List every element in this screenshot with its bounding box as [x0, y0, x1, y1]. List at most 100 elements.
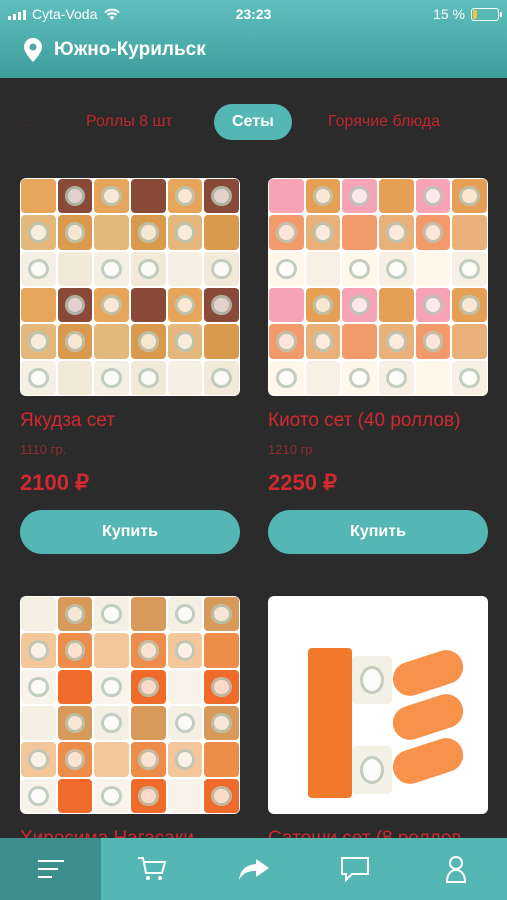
- sushi-piece: [269, 288, 304, 323]
- location-selector[interactable]: Южно-Курильск: [24, 38, 206, 62]
- sushi-piece: [167, 706, 203, 741]
- sushi-piece: [452, 179, 487, 214]
- sushi-piece: [57, 288, 93, 323]
- tab-sets[interactable]: Сеты: [214, 104, 292, 140]
- sushi-piece: [21, 597, 56, 632]
- sushi-piece: [57, 742, 93, 777]
- sushi-piece: [452, 324, 487, 359]
- sushi-piece: [131, 633, 166, 668]
- product-title[interactable]: Киото сет (40 роллов): [268, 410, 460, 432]
- sushi-piece: [94, 742, 129, 777]
- sushi-piece: [21, 288, 56, 323]
- sushi-piece: [57, 597, 93, 632]
- status-right: 15 %: [433, 6, 502, 22]
- city-name: Южно-Курильск: [54, 39, 206, 60]
- sushi-piece: [21, 669, 56, 704]
- tab-rolls[interactable]: Роллы 8 шт: [68, 104, 191, 140]
- sushi-piece: [379, 288, 414, 323]
- sushi-piece: [167, 215, 203, 250]
- tab-label: Роллы 8 шт: [86, 113, 173, 130]
- sushi-piece: [94, 706, 129, 741]
- sushi-piece: [415, 251, 451, 286]
- product-card[interactable]: Хиросима Нагасаки: [20, 596, 240, 849]
- buy-button[interactable]: Купить: [268, 510, 488, 554]
- sushi-piece: [204, 669, 239, 704]
- sushi-piece: [94, 669, 129, 704]
- tab-label: Горячие блюда: [328, 113, 441, 130]
- nav-chat[interactable]: [304, 838, 405, 900]
- sushi-piece: [131, 706, 166, 741]
- buy-button[interactable]: Купить: [20, 510, 240, 554]
- product-card[interactable]: Киото сет (40 роллов) 1210 гр 2250 ₽ Куп…: [268, 178, 488, 554]
- sushi-piece: [204, 324, 239, 359]
- nigiri: [388, 689, 468, 745]
- sushi-piece: [94, 179, 129, 214]
- sushi-piece: [269, 360, 304, 395]
- sushi-piece: [167, 669, 203, 704]
- sushi-piece: [305, 360, 341, 395]
- category-tabs: ... Роллы 8 шт Сеты Горячие блюда: [0, 100, 507, 144]
- sushi-piece: [21, 633, 56, 668]
- sushi-piece: [415, 179, 451, 214]
- product-image[interactable]: [268, 596, 488, 814]
- sushi-piece: [342, 288, 377, 323]
- tab-previous[interactable]: ...: [4, 104, 50, 140]
- sushi-piece: [379, 360, 414, 395]
- sushi-piece: [57, 179, 93, 214]
- sushi-piece: [204, 742, 239, 777]
- sushi-piece: [167, 778, 203, 813]
- sushi-piece: [204, 251, 239, 286]
- sushi-piece: [342, 251, 377, 286]
- sushi-piece: [269, 215, 304, 250]
- sushi-piece: [167, 360, 203, 395]
- sushi-piece: [131, 742, 166, 777]
- sushi-piece: [269, 324, 304, 359]
- nav-share[interactable]: [203, 838, 304, 900]
- sushi-piece: [342, 215, 377, 250]
- tab-hot-dishes[interactable]: Горячие блюда: [310, 104, 458, 140]
- sushi-piece: [131, 179, 166, 214]
- sushi-piece: [204, 288, 239, 323]
- sushi-piece: [305, 179, 341, 214]
- product-card[interactable]: Якудза сет 1110 гр. 2100 ₽ Купить: [20, 178, 240, 554]
- status-bar: Cyta-Voda 23:23 15 %: [0, 0, 507, 28]
- product-weight: 1210 гр: [268, 442, 313, 457]
- battery-icon: [471, 7, 502, 21]
- product-image[interactable]: [268, 178, 488, 396]
- nav-profile[interactable]: [406, 838, 507, 900]
- sushi-piece: [415, 215, 451, 250]
- sushi-piece: [94, 324, 129, 359]
- sushi-piece: [204, 597, 239, 632]
- sushi-piece: [21, 360, 56, 395]
- sushi-piece: [94, 288, 129, 323]
- profile-icon: [446, 856, 467, 883]
- sushi-piece: [57, 360, 93, 395]
- share-icon: [238, 859, 269, 880]
- tab-label: ...: [22, 115, 33, 129]
- sushi-piece: [94, 251, 129, 286]
- nav-menu[interactable]: [0, 838, 102, 900]
- product-image[interactable]: [20, 178, 240, 396]
- sushi-piece: [21, 742, 56, 777]
- app-header: Cyta-Voda 23:23 15 % Южно-Курильск: [0, 0, 507, 78]
- sushi-piece: [415, 288, 451, 323]
- sushi-roll: [308, 648, 352, 798]
- nav-cart[interactable]: [101, 838, 202, 900]
- product-card[interactable]: Сатоши сет (8 роллов: [268, 596, 488, 849]
- sushi-piece: [167, 597, 203, 632]
- product-weight: 1110 гр.: [20, 442, 67, 457]
- sushi-piece: [167, 324, 203, 359]
- sushi-piece: [21, 179, 56, 214]
- sushi-piece: [94, 778, 129, 813]
- chat-icon: [340, 857, 369, 882]
- product-title[interactable]: Якудза сет: [20, 410, 115, 432]
- nigiri: [388, 733, 468, 789]
- sushi-piece: [204, 179, 239, 214]
- sushi-piece: [57, 669, 93, 704]
- sushi-piece: [21, 215, 56, 250]
- product-image[interactable]: [20, 596, 240, 814]
- sushi-piece: [21, 251, 56, 286]
- nigiri: [388, 645, 468, 701]
- sushi-piece: [167, 633, 203, 668]
- sushi-piece: [342, 324, 377, 359]
